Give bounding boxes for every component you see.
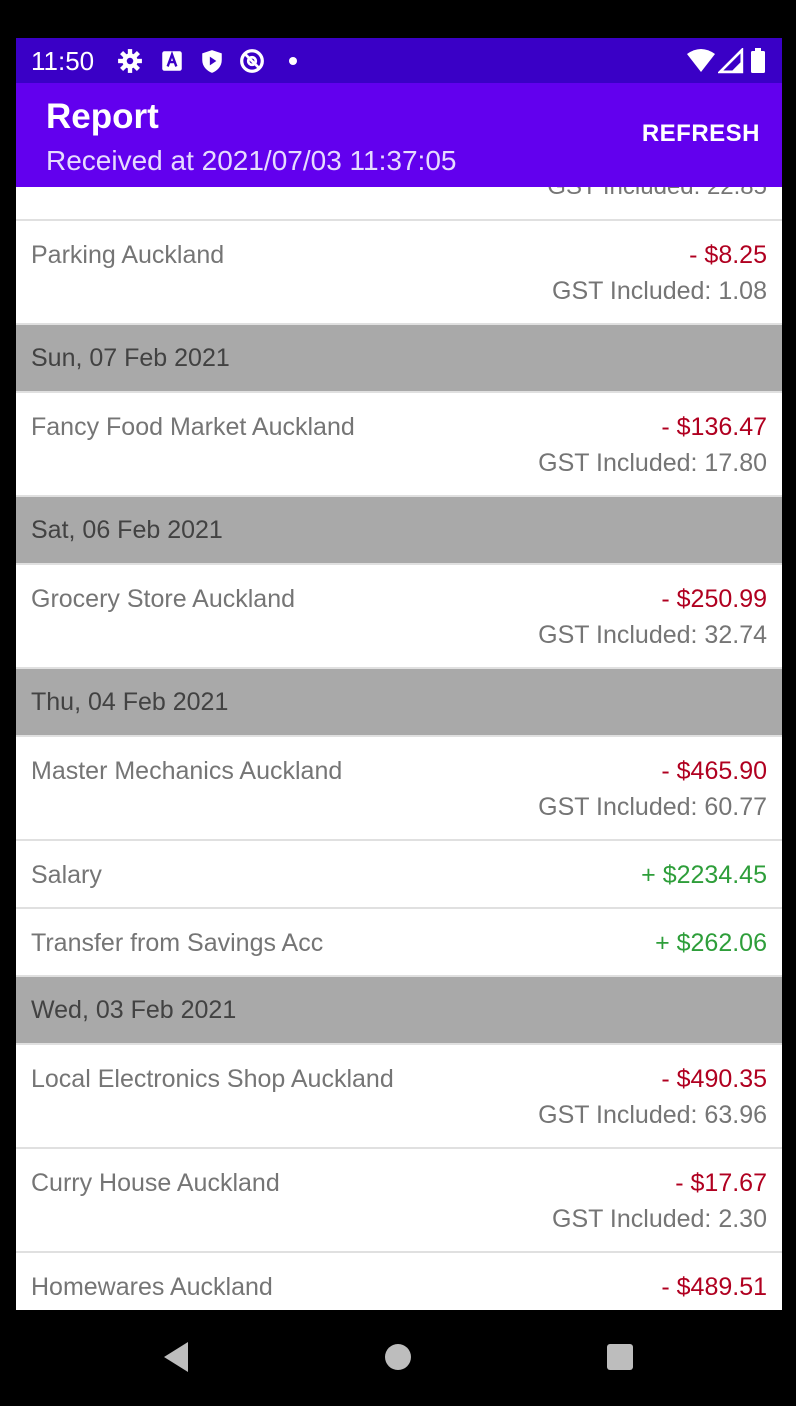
transaction-description: Parking Auckland — [31, 241, 225, 269]
transaction-amount: - $136.47 — [661, 413, 767, 441]
wifi-icon — [687, 49, 715, 72]
transaction-amount: - $490.35 — [661, 1065, 767, 1093]
app-screen: 11:50 Report Received at 2021/07/03 11:3… — [16, 38, 782, 1310]
gear-icon — [118, 49, 142, 73]
transaction-description: Homewares Auckland — [31, 1273, 273, 1301]
transaction-row[interactable]: Homewares Auckland - $489.51 — [16, 1253, 782, 1310]
transaction-description: Curry House Auckland — [31, 1169, 280, 1197]
refresh-button[interactable]: REFRESH — [642, 120, 760, 148]
gst-included: GST Included: 1.08 — [552, 277, 767, 305]
gst-included: GST Included: 2.30 — [552, 1205, 767, 1233]
transaction-amount: + $262.06 — [655, 929, 767, 957]
date-header-label: Wed, 03 Feb 2021 — [31, 996, 237, 1024]
transaction-description: Transfer from Savings Acc — [31, 929, 324, 957]
back-icon[interactable] — [160, 1340, 192, 1374]
transaction-amount: + $2234.45 — [641, 861, 767, 889]
transaction-description: Fancy Food Market Auckland — [31, 413, 355, 441]
signal-icon — [718, 48, 744, 74]
date-header: Sun, 07 Feb 2021 — [16, 325, 782, 393]
status-bar: 11:50 — [16, 38, 782, 83]
transaction-row[interactable]: Parking Auckland - $8.25 GST Included: 1.0… — [16, 221, 782, 325]
gst-included: GST Included: 17.80 — [538, 449, 767, 477]
transaction-row[interactable]: Curry House Auckland - $17.67 GST Included… — [16, 1149, 782, 1253]
transaction-description: Salary — [31, 861, 102, 889]
navigation-bar — [0, 1310, 796, 1406]
shield-play-icon — [202, 50, 222, 73]
transaction-row[interactable]: Master Mechanics Auckland - $465.90 GST In… — [16, 737, 782, 841]
home-icon[interactable] — [383, 1340, 413, 1374]
dot-icon — [289, 57, 297, 65]
date-header: Thu, 04 Feb 2021 — [16, 669, 782, 737]
transaction-row[interactable]: Grocery Store Auckland - $250.99 GST Inclu… — [16, 565, 782, 669]
recents-icon[interactable] — [605, 1340, 635, 1374]
transaction-row[interactable]: Local Electronics Shop Auckland - $490.35… — [16, 1045, 782, 1149]
transaction-row[interactable]: Transfer from Savings Acc + $262.06 — [16, 909, 782, 977]
date-header: Sat, 06 Feb 2021 — [16, 497, 782, 565]
transaction-amount: - $8.25 — [689, 241, 767, 269]
gst-included: GST Included: 32.74 — [538, 621, 767, 649]
transaction-list[interactable]: GST Included: 22.85 Parking Auckland - $8… — [16, 187, 782, 1310]
date-header-label: Sun, 07 Feb 2021 — [31, 344, 230, 372]
transaction-amount: - $489.51 — [661, 1273, 767, 1301]
status-time: 11:50 — [31, 46, 95, 76]
gst-included: GST Included: 22.85 — [547, 187, 767, 201]
battery-icon — [751, 48, 765, 73]
gst-included: GST Included: 60.77 — [538, 793, 767, 821]
transaction-row[interactable]: Fancy Food Market Auckland - $136.47 GST I… — [16, 393, 782, 497]
app-bar: Report Received at 2021/07/03 11:37:05 R… — [16, 83, 782, 187]
gst-included: GST Included: 63.96 — [538, 1101, 767, 1129]
date-header-label: Sat, 06 Feb 2021 — [31, 516, 223, 544]
transaction-description: Local Electronics Shop Auckland — [31, 1065, 394, 1093]
transaction-description: Master Mechanics Auckland — [31, 757, 343, 785]
date-header-label: Thu, 04 Feb 2021 — [31, 688, 229, 716]
list-item-partial: GST Included: 22.85 — [16, 187, 782, 221]
transaction-amount: - $250.99 — [661, 585, 767, 613]
transaction-amount: - $465.90 — [661, 757, 767, 785]
transaction-row[interactable]: Salary + $2234.45 — [16, 841, 782, 909]
date-header: Wed, 03 Feb 2021 — [16, 977, 782, 1045]
font-a-icon — [162, 51, 182, 71]
transaction-description: Grocery Store Auckland — [31, 585, 296, 613]
at-icon — [240, 49, 264, 73]
page-title: Report — [46, 97, 159, 136]
received-timestamp: Received at 2021/07/03 11:37:05 — [46, 145, 457, 176]
transaction-amount: - $17.67 — [675, 1169, 767, 1197]
